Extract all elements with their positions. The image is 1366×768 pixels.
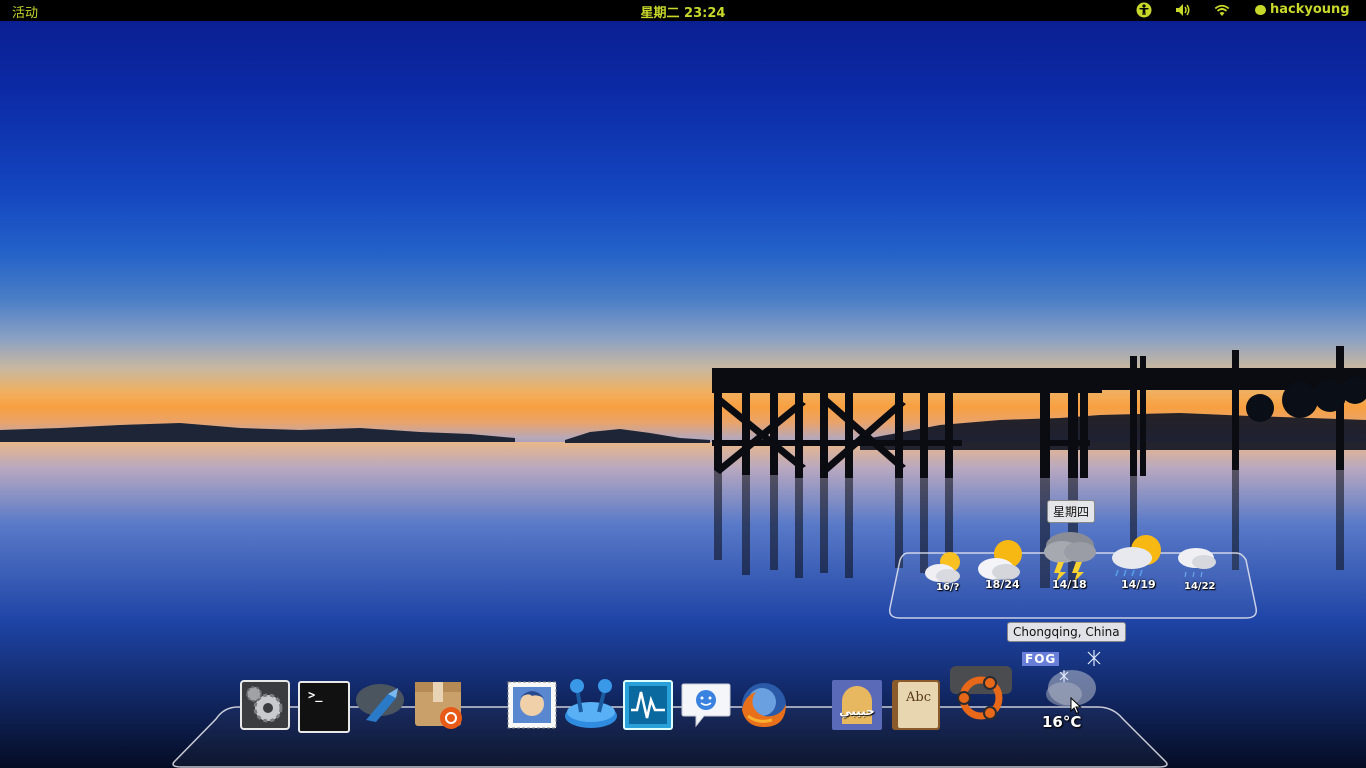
arabic-app-glyph: حبيبي bbox=[839, 704, 875, 718]
arabic-app-icon[interactable]: حبيبي bbox=[832, 680, 882, 730]
forecast-temp-3: 14/18 bbox=[1052, 578, 1087, 591]
location-tooltip: Chongqing, China bbox=[1007, 622, 1126, 642]
user-menu[interactable]: hackyoung bbox=[1255, 2, 1350, 17]
chat-status-icon bbox=[1255, 4, 1266, 15]
wifi-icon[interactable] bbox=[1214, 2, 1230, 18]
sunny-cloudy-icon[interactable] bbox=[974, 536, 1030, 584]
mail-stamp-icon[interactable] bbox=[506, 680, 558, 730]
software-center-icon[interactable] bbox=[413, 680, 465, 730]
forecast-temp-5: 14/22 bbox=[1184, 581, 1216, 592]
partly-sunny-icon[interactable] bbox=[922, 548, 966, 586]
terminal-prompt: >_ bbox=[308, 688, 323, 702]
ubuntu-logo-icon[interactable] bbox=[948, 664, 1014, 730]
mouse-cursor-icon bbox=[1070, 697, 1082, 715]
cloudy-rain-icon[interactable] bbox=[1174, 542, 1220, 582]
weather-condition-badge: FOG bbox=[1022, 652, 1060, 666]
sunny-rain-icon[interactable] bbox=[1108, 530, 1170, 580]
dictionary-glyph: Abc bbox=[906, 690, 931, 705]
joystick-icon[interactable] bbox=[563, 676, 619, 730]
system-settings-icon[interactable] bbox=[240, 680, 290, 730]
chat-messenger-icon[interactable] bbox=[680, 680, 732, 730]
forecast-temp-2: 18/24 bbox=[985, 578, 1020, 591]
app-launcher-icon[interactable] bbox=[354, 680, 406, 730]
username-label: hackyoung bbox=[1270, 2, 1350, 17]
accessibility-icon[interactable] bbox=[1136, 2, 1152, 18]
current-temperature: 16°C bbox=[1042, 713, 1082, 731]
dictionary-icon[interactable]: Abc bbox=[892, 680, 940, 730]
forecast-day-tooltip: 星期四 bbox=[1047, 500, 1096, 523]
activities-button[interactable]: 活动 bbox=[12, 2, 38, 21]
forecast-temp-1: 16/? bbox=[936, 582, 960, 593]
desktop-wallpaper bbox=[0, 346, 1366, 768]
volume-icon[interactable] bbox=[1175, 2, 1191, 18]
top-panel: 活动 星期二 23:24 hackyoung bbox=[0, 0, 1366, 21]
terminal-icon[interactable]: >_ bbox=[298, 681, 350, 733]
system-monitor-icon[interactable] bbox=[623, 680, 673, 730]
thunderstorm-icon[interactable] bbox=[1040, 526, 1102, 582]
forecast-temp-4: 14/19 bbox=[1121, 578, 1156, 591]
clock[interactable]: 星期二 23:24 bbox=[641, 6, 726, 21]
firefox-icon[interactable] bbox=[738, 680, 790, 730]
